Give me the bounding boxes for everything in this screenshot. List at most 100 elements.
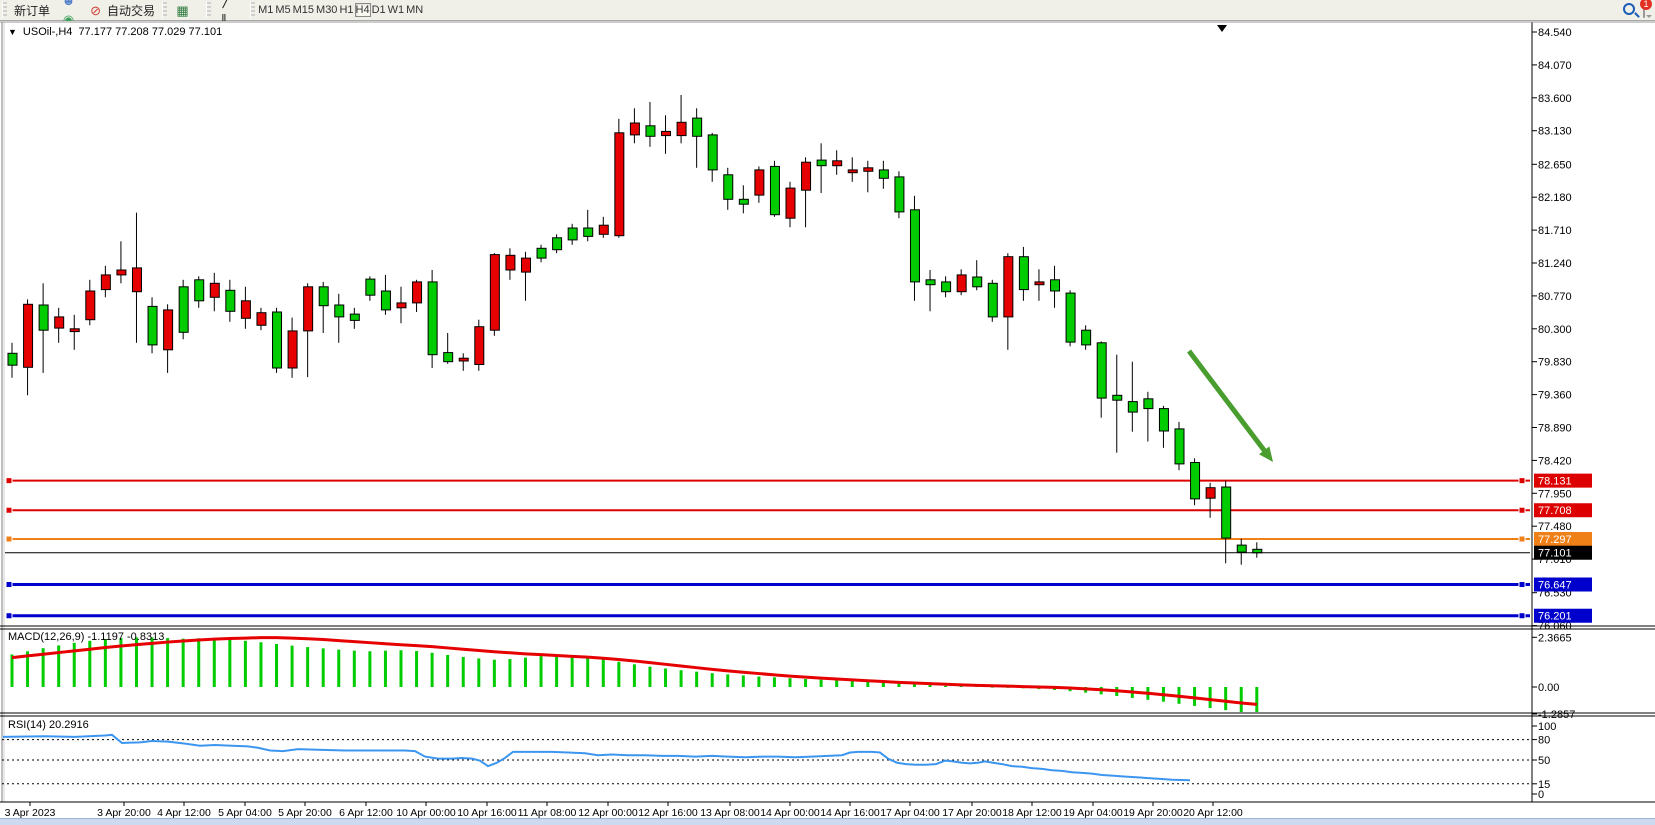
candle-body (1097, 343, 1106, 398)
svg-text:77.101: 77.101 (1538, 548, 1572, 560)
svg-text:50: 50 (1538, 755, 1550, 767)
candle-body (1019, 257, 1028, 290)
timeframe-d1[interactable]: D1 (371, 3, 387, 17)
hline-handle[interactable] (6, 478, 12, 484)
candle-body (553, 238, 562, 250)
candle-body (490, 255, 499, 331)
candle-body (319, 287, 328, 306)
hline-handle[interactable] (1519, 507, 1525, 513)
svg-text:77.950: 77.950 (1538, 488, 1572, 500)
toolbar-grip (2, 2, 7, 18)
candle-body (973, 277, 982, 287)
svg-text:80: 80 (1538, 735, 1550, 747)
chevron-down-icon[interactable]: ▼ (8, 27, 17, 37)
tile-windows-icon[interactable]: ▦ (169, 1, 204, 20)
hline-handle[interactable] (1519, 613, 1525, 619)
hline-handle[interactable] (1519, 536, 1525, 542)
candle-body (1051, 280, 1060, 291)
candle-body (397, 303, 406, 308)
window-bottom-strip (0, 818, 1655, 825)
candle-body (942, 282, 951, 292)
candle-body (413, 282, 422, 303)
candle-body (1004, 257, 1013, 317)
svg-text:2.3665: 2.3665 (1538, 632, 1572, 644)
symbol-quote: 77.177 77.208 77.029 77.101 (78, 26, 222, 38)
candle-body (304, 287, 313, 331)
candle-body (475, 327, 484, 365)
timeframe-h1[interactable]: H1 (338, 3, 354, 17)
candle-body (755, 170, 764, 195)
candle-body (1222, 487, 1231, 538)
autotrade-toggle-icon: ⊘ (87, 2, 104, 19)
timeframe-m1[interactable]: M1 (257, 3, 274, 17)
timeframe-group: M1M5M15M30H1H4D1W1MN (257, 2, 424, 19)
candle-body (350, 314, 359, 320)
timeframe-w1[interactable]: W1 (387, 3, 406, 17)
candle-body (8, 353, 17, 365)
svg-text:78.890: 78.890 (1538, 423, 1572, 435)
candle-body (802, 162, 811, 190)
search-icon[interactable] (1623, 3, 1635, 18)
hline-handle[interactable] (6, 613, 12, 619)
candle-body (910, 210, 919, 282)
candle-body (55, 317, 64, 328)
candle-body (521, 258, 530, 272)
hline-handle[interactable] (6, 582, 12, 588)
hline-handle[interactable] (6, 507, 12, 513)
rsi-label: RSI(14) 20.2916 (8, 719, 89, 731)
candle-body (366, 279, 375, 295)
timeframe-h4[interactable]: H4 (355, 3, 371, 17)
trendline-icon[interactable]: ╱ (213, 0, 248, 10)
svg-text:83.130: 83.130 (1538, 126, 1572, 138)
hline-handle[interactable] (1519, 582, 1525, 588)
candle-body (39, 305, 48, 330)
candle-body (848, 170, 857, 173)
auto-trading-button[interactable]: ⊘ 自动交易 (82, 1, 160, 20)
candle-body (86, 291, 95, 320)
candle-body (693, 118, 702, 136)
chart-canvas[interactable]: 84.54084.07083.60083.13082.65082.18081.7… (0, 21, 1655, 825)
timeframe-mn[interactable]: MN (405, 3, 424, 17)
svg-text:76.647: 76.647 (1538, 580, 1572, 592)
svg-text:80.300: 80.300 (1538, 324, 1572, 336)
candle-body (615, 133, 624, 236)
hline-handle[interactable] (1519, 478, 1525, 484)
chart-window[interactable]: 84.54084.07083.60083.13082.65082.18081.7… (0, 21, 1655, 817)
symbol-title: USOil-,H4 (23, 26, 73, 38)
svg-text:84.540: 84.540 (1538, 27, 1572, 39)
toolbar-grip (162, 2, 167, 18)
candle-body (957, 275, 966, 292)
svg-text:81.240: 81.240 (1538, 258, 1572, 270)
chat-badge: 1 (1640, 0, 1652, 10)
candle-body (584, 228, 593, 236)
svg-text:0: 0 (1538, 789, 1544, 801)
candle-body (724, 175, 733, 200)
svg-text:82.650: 82.650 (1538, 159, 1572, 171)
new-order-button[interactable]: 新订单 (9, 1, 55, 20)
candle-body (195, 280, 204, 301)
candle-body (646, 126, 655, 137)
candle-body (226, 290, 235, 311)
candle-body (179, 287, 188, 333)
hline-handle[interactable] (6, 536, 12, 542)
profile-icon[interactable]: ☻ (55, 0, 82, 10)
candle-body (770, 166, 779, 214)
timeframe-m15[interactable]: M15 (292, 3, 315, 17)
toolbar-grip (250, 2, 255, 18)
candle-body (241, 301, 250, 319)
candle-body (988, 283, 997, 317)
candle-body (335, 305, 344, 317)
candle-body (1128, 402, 1137, 413)
timeframe-m30[interactable]: M30 (315, 3, 338, 17)
candle-body (833, 161, 842, 166)
candle-body (599, 225, 608, 234)
svg-text:0.00: 0.00 (1538, 682, 1559, 694)
svg-text:78.131: 78.131 (1538, 476, 1572, 488)
candle-body (1191, 463, 1200, 499)
svg-text:78.420: 78.420 (1538, 455, 1572, 467)
candle-body (444, 353, 453, 362)
chat-icon[interactable]: 1 (1643, 3, 1645, 17)
timeframe-m5[interactable]: M5 (274, 3, 291, 17)
candle-body (926, 280, 935, 285)
svg-text:81.710: 81.710 (1538, 225, 1572, 237)
